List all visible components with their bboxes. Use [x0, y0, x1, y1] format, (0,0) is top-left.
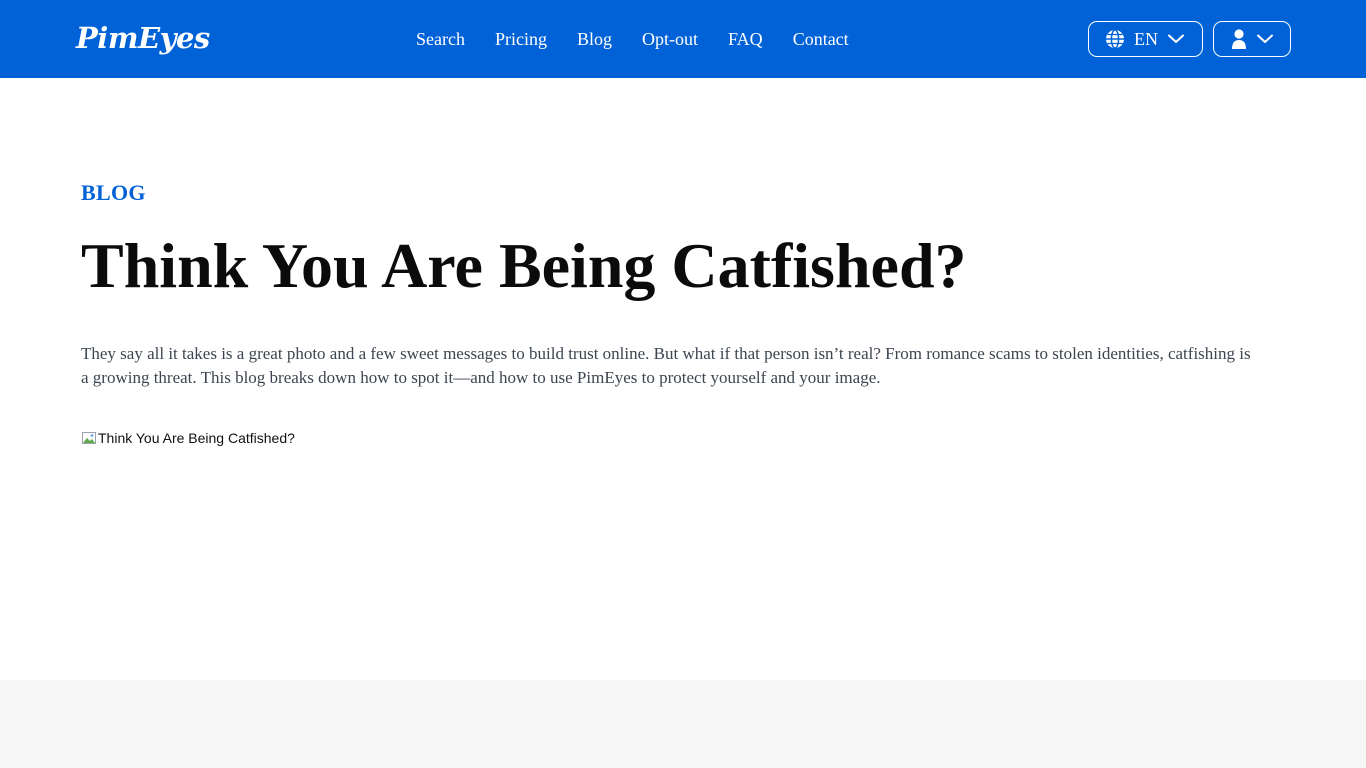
section-kicker: BLOG: [81, 180, 146, 205]
main-nav: Search Pricing Blog Opt-out FAQ Contact: [416, 0, 849, 78]
nav-link-contact[interactable]: Contact: [793, 29, 849, 50]
footer-band: [0, 680, 1366, 768]
nav-link-blog[interactable]: Blog: [577, 29, 612, 50]
hero-image-placeholder: Think You Are Being Catfished?: [81, 430, 295, 446]
globe-icon: [1106, 29, 1124, 49]
hero-image-alt-text: Think You Are Being Catfished?: [98, 430, 295, 446]
chevron-down-icon: [1257, 34, 1273, 43]
nav-link-search[interactable]: Search: [416, 29, 465, 50]
nav-link-opt-out[interactable]: Opt-out: [642, 29, 698, 50]
user-icon: [1232, 28, 1246, 49]
account-menu-button[interactable]: [1213, 21, 1291, 57]
pimeyes-logo[interactable]: PimEyes: [76, 18, 210, 58]
language-selector-button[interactable]: EN: [1088, 21, 1203, 57]
top-navigation-bar: PimEyes Search Pricing Blog Opt-out FAQ …: [0, 0, 1366, 78]
page-title: Think You Are Being Catfished?: [81, 230, 967, 301]
broken-image-icon: [82, 432, 96, 444]
nav-link-pricing[interactable]: Pricing: [495, 29, 547, 50]
nav-link-faq[interactable]: FAQ: [728, 29, 763, 50]
article-intro: They say all it takes is a great photo a…: [81, 344, 1251, 387]
chevron-down-icon: [1168, 34, 1184, 43]
logo-text: PimEyes: [76, 21, 210, 55]
language-label: EN: [1134, 28, 1158, 49]
